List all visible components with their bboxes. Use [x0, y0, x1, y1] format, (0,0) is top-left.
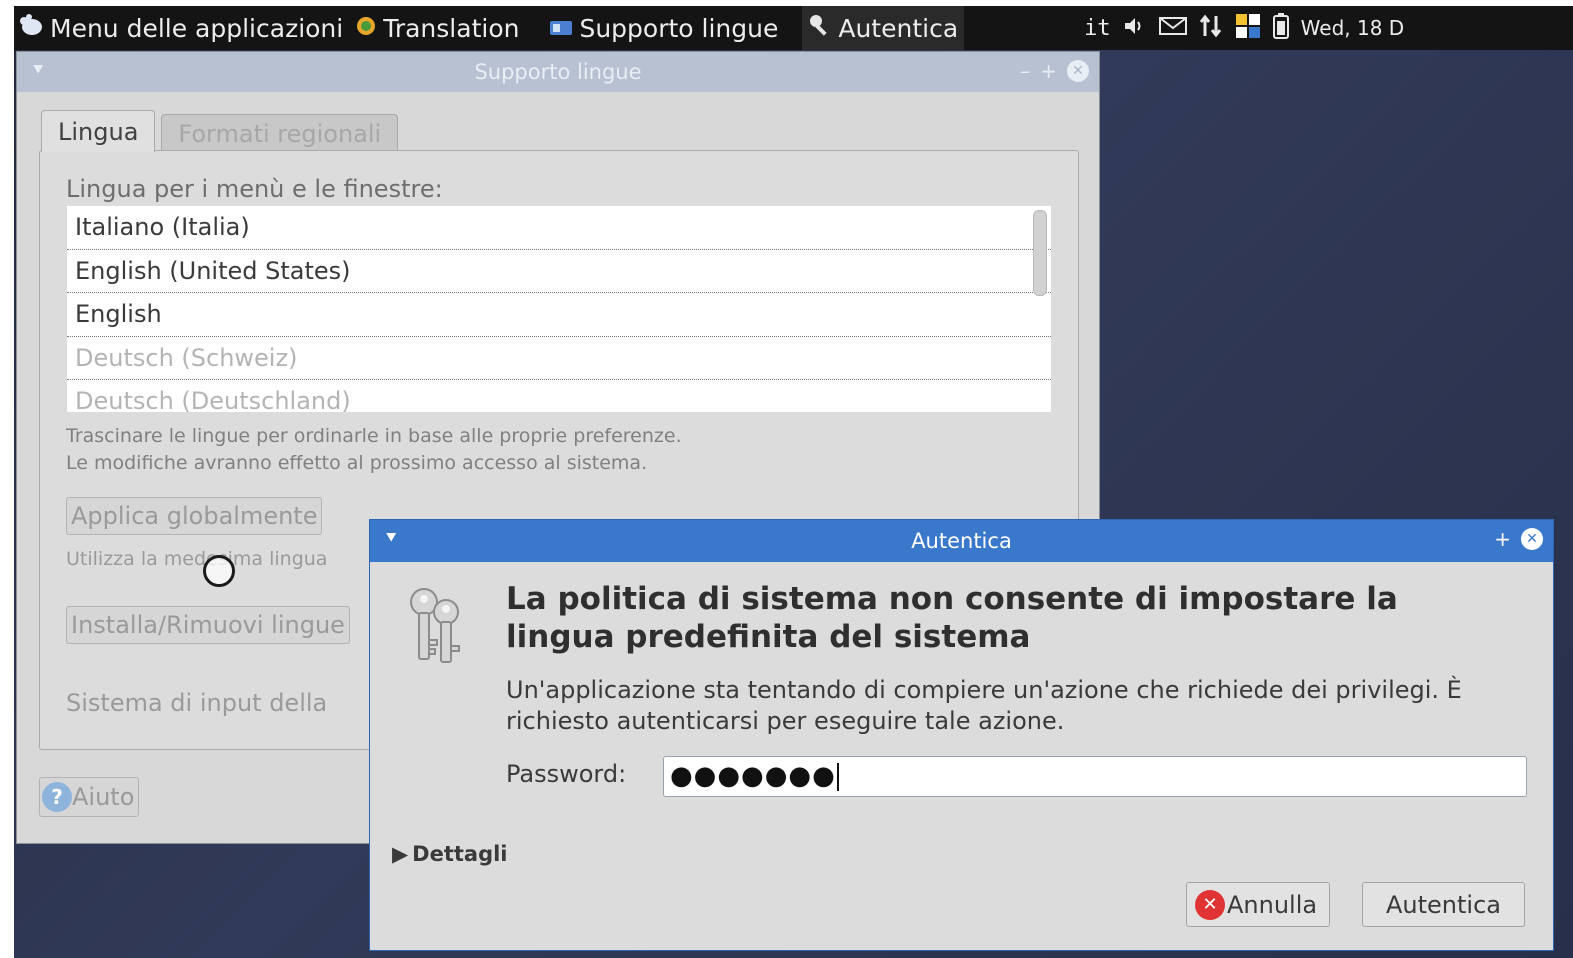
close-icon[interactable]: ✕ [1521, 528, 1543, 550]
apply-globally-button[interactable]: Applica globalmente [66, 497, 323, 535]
triangle-right-icon: ▶ [392, 842, 409, 866]
input-method-label: Sistema di input della [66, 689, 328, 717]
taskbar-autentica[interactable]: Autentica [802, 6, 965, 50]
password-label: Password: [506, 760, 627, 788]
window-title: Supporto lingue [474, 60, 642, 84]
taskbar-translation[interactable]: Translation [349, 6, 525, 50]
system-tray: it Wed, 18 D [1084, 12, 1405, 44]
applications-menu-button[interactable]: Menu delle applicazioni [14, 6, 349, 50]
dialog-title: Autentica [911, 529, 1012, 553]
close-icon[interactable]: ✕ [1067, 60, 1089, 82]
text-caret [836, 762, 839, 791]
list-item[interactable]: Italiano (Italia) [67, 206, 1051, 250]
password-masked-value: ●●●●●●● [670, 761, 836, 791]
top-panel: Menu delle applicazioni Translation Supp… [14, 6, 1573, 50]
tab-formati-regionali[interactable]: Formati regionali [161, 114, 399, 152]
key-icon [808, 13, 832, 43]
details-label: Dettagli [412, 842, 508, 866]
volume-icon[interactable] [1123, 16, 1147, 41]
window-titlebar[interactable]: ⯆ Supporto lingue – + ✕ [17, 52, 1099, 92]
cancel-icon: ✕ [1195, 889, 1225, 920]
mouse-cursor-busy-icon [203, 555, 235, 587]
authentication-dialog: ⯆ Autentica + ✕ La politica di sistema n… [369, 519, 1554, 951]
keyboard-layout-indicator[interactable]: it [1084, 16, 1111, 41]
tab-lingua[interactable]: Lingua [41, 110, 156, 152]
language-list-label: Lingua per i menù e le finestre: [66, 175, 443, 203]
list-item[interactable]: Deutsch (Deutschland) [67, 380, 1051, 412]
language-list[interactable]: Italiano (Italia) English (United States… [67, 206, 1051, 412]
cancel-button[interactable]: ✕ Annulla [1186, 882, 1331, 927]
mail-icon[interactable] [1158, 16, 1187, 41]
cancel-button-label: Annulla [1227, 890, 1318, 919]
maximize-icon[interactable]: + [1040, 59, 1057, 83]
dialog-message: Un'applicazione sta tentando di compiere… [506, 676, 1462, 735]
xfce-mouse-icon [18, 13, 44, 43]
help-button-label: Aiuto [72, 783, 135, 811]
scrollbar-thumb[interactable] [1033, 210, 1047, 296]
window-menu-icon[interactable]: ⯆ [384, 528, 398, 549]
translation-icon [355, 14, 377, 43]
tab-bar: Lingua Formati regionali [41, 110, 399, 152]
hint-line: Le modifiche avranno effetto al prossimo… [66, 452, 648, 474]
taskbar-translation-label: Translation [383, 13, 520, 43]
dialog-heading: La politica di sistema non consente di i… [506, 581, 1398, 655]
language-support-icon [549, 14, 573, 43]
password-field[interactable]: ●●●●●●● [663, 756, 1527, 797]
taskbar-autentica-label: Autentica [838, 13, 959, 43]
minimize-icon[interactable]: – [1020, 59, 1030, 83]
maximize-icon[interactable]: + [1494, 527, 1511, 551]
window-menu-icon[interactable]: ⯆ [31, 60, 45, 81]
help-button[interactable]: ? Aiuto [39, 777, 140, 817]
network-icon[interactable] [1199, 14, 1223, 43]
applications-menu-label: Menu delle applicazioni [50, 13, 344, 43]
keys-icon [400, 582, 472, 666]
install-remove-languages-button[interactable]: Installa/Rimuovi lingue [66, 606, 350, 644]
clock[interactable]: Wed, 18 D [1301, 16, 1405, 40]
help-icon: ? [42, 782, 72, 812]
details-expander[interactable]: ▶ Dettagli [392, 842, 508, 866]
battery-icon[interactable] [1272, 12, 1289, 44]
hint-line: Trascinare le lingue per ordinarle in ba… [66, 425, 682, 447]
authenticate-button[interactable]: Autentica [1362, 882, 1525, 927]
taskbar-supporto-lingue[interactable]: Supporto lingue [543, 6, 784, 50]
apply-globally-note: Utilizza la medesima lingua [66, 548, 328, 570]
list-item[interactable]: English [67, 293, 1051, 337]
list-item[interactable]: Deutsch (Schweiz) [67, 337, 1051, 380]
taskbar-supporto-lingue-label: Supporto lingue [579, 13, 779, 43]
workspace-switcher-icon[interactable] [1235, 13, 1261, 44]
dialog-titlebar[interactable]: ⯆ Autentica + ✕ [370, 520, 1553, 562]
list-item[interactable]: English (United States) [67, 250, 1051, 293]
reorder-hint: Trascinare le lingue per ordinarle in ba… [66, 423, 682, 477]
